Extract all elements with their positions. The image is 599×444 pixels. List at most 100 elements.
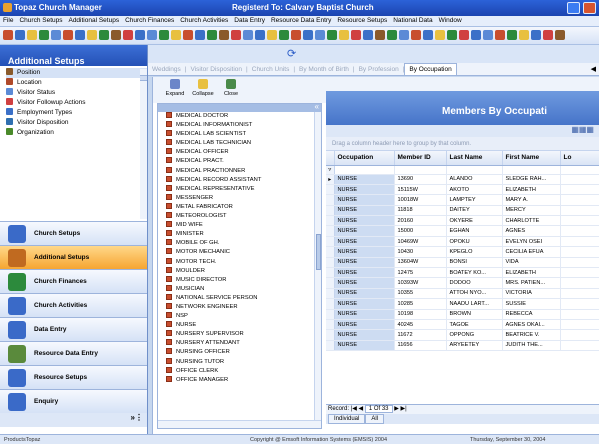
occupation-item[interactable]: MEDICAL LAB TECHNICIAN [166, 139, 321, 148]
toolbar-button-icon[interactable] [471, 30, 481, 40]
filter-cell[interactable] [560, 165, 599, 175]
refresh-icon[interactable]: ⟳ [287, 47, 296, 60]
toolbar-button-icon[interactable] [231, 30, 241, 40]
table-row[interactable]: NURSE 40245 TAGOE AGNES OKAI... [326, 319, 599, 331]
table-row[interactable]: NURSE 10355 ATTOH NYO... VICTORIA [326, 288, 599, 300]
occupation-item[interactable]: MEDICAL PRACTIONNER [166, 166, 321, 176]
tab-weddings[interactable]: Weddings [148, 64, 185, 75]
table-row[interactable]: NURSE 11656 ARYEETEY JUDITH THE... [326, 340, 599, 352]
toolbar-button-icon[interactable] [507, 30, 517, 40]
occupation-item[interactable]: MID WIFE [166, 221, 321, 230]
occupation-item[interactable]: NURSING TUTOR [166, 357, 321, 367]
row-selector[interactable] [326, 277, 335, 289]
occupation-item[interactable]: MUSIC DIRECTOR [166, 275, 321, 285]
occupation-item[interactable]: MEDICAL PRACT. [166, 157, 321, 166]
tree-hscrollbar[interactable] [158, 420, 321, 428]
scroll-thumb[interactable] [316, 234, 321, 270]
toolbar-button-icon[interactable] [183, 30, 193, 40]
occupation-item[interactable]: NURSE [166, 321, 321, 330]
row-selector[interactable] [326, 309, 335, 320]
toolbar-button-icon[interactable] [411, 30, 421, 40]
toolbar-button-icon[interactable] [387, 30, 397, 40]
menu-item[interactable]: Data Entry [231, 16, 268, 25]
table-row[interactable]: NURSE 10393W DODOO MRS. PATIEN... [326, 277, 599, 289]
toolbar-button-icon[interactable] [531, 30, 541, 40]
table-row[interactable]: NURSE 10198 BROWN REBECCA [326, 309, 599, 320]
row-selector[interactable] [326, 246, 335, 258]
table-row[interactable]: NURSE 12475 BOATEY KO... ELIZABETH [326, 267, 599, 279]
toolbar-button-icon[interactable] [459, 30, 469, 40]
sidebar-item-visitor-status[interactable]: Visitor Status [6, 88, 147, 98]
sidebar-scrollbar[interactable] [140, 69, 147, 219]
table-row[interactable]: NURSE 13604W BONSI VIDA [326, 257, 599, 269]
table-row[interactable]: NURSE 11818 DAITEY MERCY [326, 205, 599, 217]
tab-by-profession[interactable]: By Profession [355, 64, 403, 75]
nav-resource-setups-button[interactable]: Resource Setups [0, 365, 147, 389]
sidebar-item-location[interactable]: Location [6, 78, 147, 88]
filter-icon[interactable]: ▿ [326, 165, 335, 175]
row-selector[interactable] [326, 319, 335, 331]
close-window-button[interactable] [583, 2, 596, 14]
filter-row[interactable]: ▿ [326, 165, 599, 175]
toolbar-button-icon[interactable] [303, 30, 313, 40]
toolbar-button-icon[interactable] [351, 30, 361, 40]
occupation-item[interactable]: MEDICAL OFFICER [166, 148, 321, 157]
menu-item[interactable]: Church Setups [16, 16, 65, 25]
toolbar-button-icon[interactable] [435, 30, 445, 40]
occupation-item[interactable]: MINISTER [166, 230, 321, 239]
toolbar-button-icon[interactable] [195, 30, 205, 40]
occupation-item[interactable]: NURSERY SUPERVISOR [166, 330, 321, 339]
minimize-button[interactable] [567, 2, 580, 14]
toolbar-button-icon[interactable] [3, 30, 13, 40]
row-selector[interactable] [326, 194, 335, 206]
menu-item[interactable]: Resource Data Entry [268, 16, 334, 25]
row-selector[interactable] [326, 288, 335, 300]
toolbar-button-icon[interactable] [255, 30, 265, 40]
toolbar-button-icon[interactable] [219, 30, 229, 40]
occupation-item[interactable]: NATIONAL SERVICE PERSON [166, 293, 321, 303]
row-selector[interactable] [326, 184, 335, 196]
row-selector[interactable] [326, 267, 335, 279]
sidebar-item-visitor-followup-actions[interactable]: Visitor Followup Actions [6, 98, 147, 108]
nav-additional-setups-button[interactable]: Additional Setups [0, 245, 147, 269]
occupation-item[interactable]: MOTOR TECH. [166, 257, 321, 267]
view-tab-all[interactable]: All [365, 414, 385, 424]
occupation-item[interactable]: MEDICAL INFORMATIONIST [166, 121, 321, 130]
toolbar-button-icon[interactable] [135, 30, 145, 40]
toolbar-button-icon[interactable] [447, 30, 457, 40]
nav-church-finances-button[interactable]: Church Finances [0, 269, 147, 293]
toolbar-button-icon[interactable] [27, 30, 37, 40]
row-selector[interactable] [326, 225, 335, 237]
group-by-area[interactable]: Drag a column header here to group by th… [326, 137, 599, 151]
sidebar-item-visitor-disposition[interactable]: Visitor Disposition [6, 118, 147, 128]
table-row[interactable]: NURSE 10430 KPEGLO CECILIA EFUA [326, 246, 599, 258]
toolbar-button-icon[interactable] [291, 30, 301, 40]
occupation-item[interactable]: MESSENGER [166, 193, 321, 203]
occupation-item[interactable]: OFFICE MANAGER [166, 375, 321, 385]
tab-church-units[interactable]: Church Units [248, 64, 294, 75]
table-row[interactable]: NURSE 10018W LAMPTEY MARY A. [326, 194, 599, 206]
filter-cell[interactable] [394, 165, 447, 175]
occupation-item[interactable]: MOBILE OF GH. [166, 239, 321, 248]
occupation-item[interactable]: MEDICAL REPRESENTATIVE [166, 184, 321, 194]
occupation-item[interactable]: NURSING OFFICER [166, 348, 321, 357]
filter-cell[interactable] [334, 165, 395, 175]
toolbar-button-icon[interactable] [555, 30, 565, 40]
occupation-item[interactable]: MOULDER [166, 266, 321, 276]
toolbar-button-icon[interactable] [111, 30, 121, 40]
row-selector[interactable] [326, 329, 335, 341]
toolbar-button-icon[interactable] [159, 30, 169, 40]
occupation-item[interactable]: NURSERY ATTENDANT [166, 339, 321, 348]
menu-item[interactable]: Resource Setups [334, 16, 390, 25]
menu-item[interactable]: Church Activities [177, 16, 231, 25]
toolbar-button-icon[interactable] [495, 30, 505, 40]
row-selector[interactable] [326, 257, 335, 269]
toolbar-button-icon[interactable] [375, 30, 385, 40]
column-header-member-id[interactable]: Member ID [394, 151, 447, 166]
occupation-item[interactable]: MEDICAL RECORD ASSISTANT [166, 175, 321, 185]
nav-church-activities-button[interactable]: Church Activities [0, 293, 147, 317]
view-tab-individual[interactable]: Individual [328, 414, 366, 424]
expand-button[interactable]: Expand [163, 79, 187, 97]
occupation-item[interactable]: OFFICE CLERK [166, 366, 321, 376]
filter-cell[interactable] [502, 165, 561, 175]
